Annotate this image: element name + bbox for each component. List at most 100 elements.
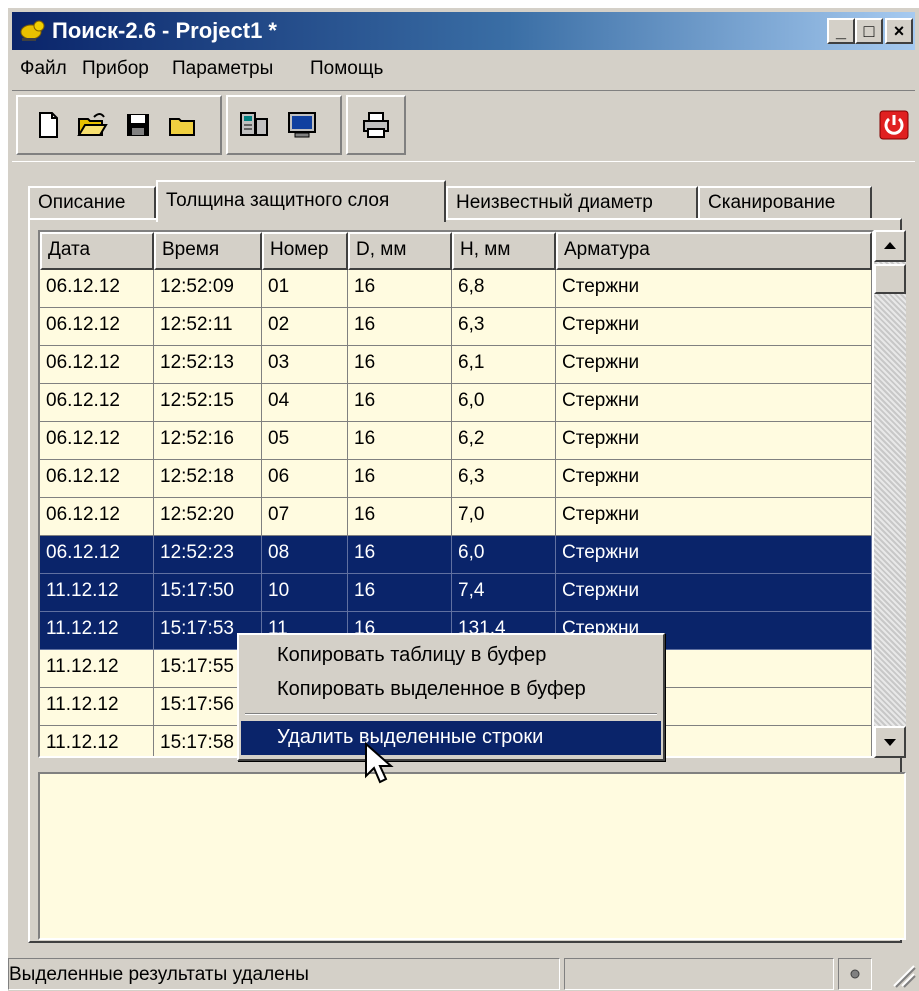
power-icon[interactable]	[878, 109, 910, 141]
menu-help[interactable]: Помощь	[310, 58, 383, 80]
cell-date[interactable]: 11.12.12	[40, 650, 154, 688]
cell-time[interactable]: 12:52:18	[154, 460, 262, 498]
cell-cover[interactable]: 6,2	[452, 422, 556, 460]
cell-date[interactable]: 11.12.12	[40, 574, 154, 612]
menu-item-copy-table[interactable]: Копировать таблицу в буфер	[241, 639, 661, 673]
table-row[interactable]: 06.12.12 12:52:13 03 16 6,1 Стержни	[40, 346, 872, 384]
cell-rebar[interactable]: Стержни	[556, 574, 872, 612]
details-memo[interactable]	[38, 772, 906, 940]
scroll-down-button[interactable]	[874, 726, 906, 758]
cell-cover[interactable]: 7,4	[452, 574, 556, 612]
column-header-cover[interactable]: H, мм	[452, 232, 556, 270]
cell-time[interactable]: 12:52:11	[154, 308, 262, 346]
close-button[interactable]: ×	[885, 18, 913, 44]
new-file-icon[interactable]	[32, 109, 64, 141]
cell-number[interactable]: 06	[262, 460, 348, 498]
cell-number[interactable]: 07	[262, 498, 348, 536]
cell-rebar[interactable]: Стержни	[556, 498, 872, 536]
save-icon[interactable]	[122, 109, 154, 141]
table-row[interactable]: 11.12.12 15:17:50 10 16 7,4 Стержни	[40, 574, 872, 612]
cell-diameter[interactable]: 16	[348, 422, 452, 460]
table-row[interactable]: 06.12.12 12:52:15 04 16 6,0 Стержни	[40, 384, 872, 422]
cell-diameter[interactable]: 16	[348, 498, 452, 536]
cell-diameter[interactable]: 16	[348, 574, 452, 612]
cell-rebar[interactable]: Стержни	[556, 346, 872, 384]
cell-cover[interactable]: 7,0	[452, 498, 556, 536]
cell-cover[interactable]: 6,3	[452, 308, 556, 346]
monitor-icon[interactable]	[286, 109, 318, 141]
table-row[interactable]: 06.12.12 12:52:16 05 16 6,2 Стержни	[40, 422, 872, 460]
column-header-number[interactable]: Номер	[262, 232, 348, 270]
table-row[interactable]: 06.12.12 12:52:11 02 16 6,3 Стержни	[40, 308, 872, 346]
cell-time[interactable]: 12:52:09	[154, 270, 262, 308]
cell-date[interactable]: 06.12.12	[40, 536, 154, 574]
table-vertical-scrollbar[interactable]	[874, 230, 906, 758]
title-bar[interactable]: Поиск-2.6 - Project1 * _ □ ×	[12, 12, 915, 50]
cell-number[interactable]: 05	[262, 422, 348, 460]
cell-rebar[interactable]: Стержни	[556, 308, 872, 346]
cell-diameter[interactable]: 16	[348, 346, 452, 384]
cell-date[interactable]: 11.12.12	[40, 726, 154, 756]
folder-icon[interactable]	[166, 109, 198, 141]
tab-unknown-diameter[interactable]: Неизвестный диаметр	[446, 186, 698, 220]
cell-number[interactable]: 03	[262, 346, 348, 384]
column-header-time[interactable]: Время	[154, 232, 262, 270]
cell-time[interactable]: 12:52:23	[154, 536, 262, 574]
menu-item-copy-selection[interactable]: Копировать выделенное в буфер	[241, 673, 661, 707]
cell-number[interactable]: 08	[262, 536, 348, 574]
cell-diameter[interactable]: 16	[348, 384, 452, 422]
tab-scanning[interactable]: Сканирование	[698, 186, 872, 220]
cell-cover[interactable]: 6,3	[452, 460, 556, 498]
cell-rebar[interactable]: Стержни	[556, 384, 872, 422]
tab-cover-thickness[interactable]: Толщина защитного слоя	[156, 180, 446, 222]
column-header-rebar[interactable]: Арматура	[556, 232, 872, 270]
cell-date[interactable]: 11.12.12	[40, 612, 154, 650]
cell-cover[interactable]: 6,0	[452, 384, 556, 422]
cell-time[interactable]: 12:52:16	[154, 422, 262, 460]
device-icon[interactable]	[238, 109, 270, 141]
scroll-up-button[interactable]	[874, 230, 906, 262]
menu-file[interactable]: Файл	[20, 58, 67, 80]
cell-time[interactable]: 12:52:13	[154, 346, 262, 384]
table-row[interactable]: 06.12.12 12:52:23 08 16 6,0 Стержни	[40, 536, 872, 574]
cell-time[interactable]: 12:52:20	[154, 498, 262, 536]
open-folder-icon[interactable]	[76, 109, 108, 141]
print-icon[interactable]	[360, 109, 392, 141]
menu-device[interactable]: Прибор	[82, 58, 149, 80]
cell-date[interactable]: 06.12.12	[40, 384, 154, 422]
minimize-button[interactable]: _	[827, 18, 855, 44]
cell-date[interactable]: 06.12.12	[40, 460, 154, 498]
cell-date[interactable]: 11.12.12	[40, 688, 154, 726]
cell-date[interactable]: 06.12.12	[40, 308, 154, 346]
cell-time[interactable]: 12:52:15	[154, 384, 262, 422]
table-row[interactable]: 06.12.12 12:52:20 07 16 7,0 Стержни	[40, 498, 872, 536]
table-row[interactable]: 06.12.12 12:52:09 01 16 6,8 Стержни	[40, 270, 872, 308]
cell-number[interactable]: 04	[262, 384, 348, 422]
maximize-button[interactable]: □	[855, 18, 883, 44]
table-row[interactable]: 06.12.12 12:52:18 06 16 6,3 Стержни	[40, 460, 872, 498]
cell-diameter[interactable]: 16	[348, 536, 452, 574]
scroll-thumb[interactable]	[874, 264, 906, 294]
cell-date[interactable]: 06.12.12	[40, 422, 154, 460]
column-header-date[interactable]: Дата	[40, 232, 154, 270]
cell-rebar[interactable]: Стержни	[556, 460, 872, 498]
cell-diameter[interactable]: 16	[348, 308, 452, 346]
cell-cover[interactable]: 6,1	[452, 346, 556, 384]
resize-grip-icon[interactable]	[888, 960, 916, 988]
cell-rebar[interactable]: Стержни	[556, 270, 872, 308]
cell-cover[interactable]: 6,8	[452, 270, 556, 308]
menu-item-delete-selected[interactable]: Удалить выделенные строки	[241, 721, 661, 755]
cell-diameter[interactable]: 16	[348, 270, 452, 308]
cell-date[interactable]: 06.12.12	[40, 270, 154, 308]
cell-number[interactable]: 01	[262, 270, 348, 308]
cell-diameter[interactable]: 16	[348, 460, 452, 498]
cell-time[interactable]: 15:17:50	[154, 574, 262, 612]
column-header-diameter[interactable]: D, мм	[348, 232, 452, 270]
menu-parameters[interactable]: Параметры	[172, 58, 273, 80]
cell-date[interactable]: 06.12.12	[40, 498, 154, 536]
cell-number[interactable]: 10	[262, 574, 348, 612]
cell-rebar[interactable]: Стержни	[556, 422, 872, 460]
cell-number[interactable]: 02	[262, 308, 348, 346]
cell-cover[interactable]: 6,0	[452, 536, 556, 574]
cell-rebar[interactable]: Стержни	[556, 536, 872, 574]
